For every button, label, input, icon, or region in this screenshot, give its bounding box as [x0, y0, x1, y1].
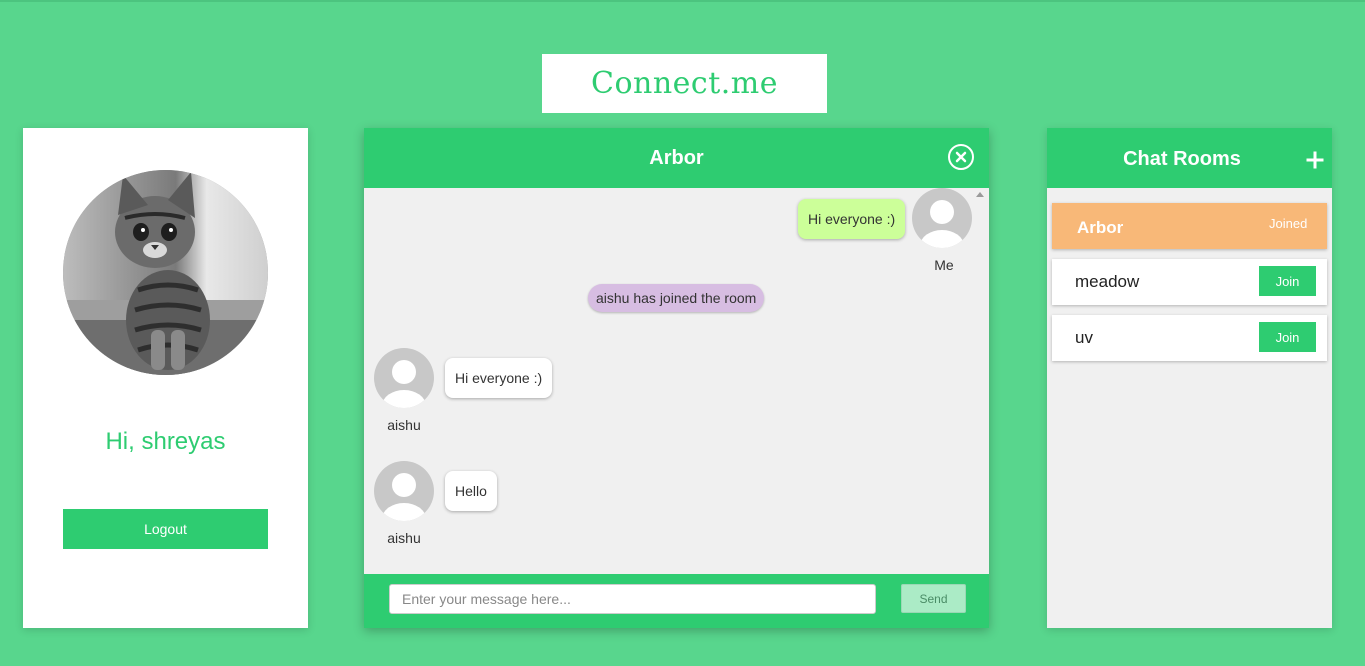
greeting-text: Hi, shreyas	[105, 428, 226, 455]
chat-rooms-panel: Chat Rooms Arbor Joined meadow Join uv J…	[1047, 128, 1332, 628]
chat-header: Arbor	[364, 128, 989, 188]
close-icon	[955, 151, 967, 163]
rooms-header: Chat Rooms	[1047, 128, 1332, 188]
sender-name-me: Me	[934, 257, 954, 273]
avatar-aishu	[374, 348, 434, 408]
scroll-up-arrow-icon[interactable]	[976, 192, 984, 197]
room-item-uv: uv Join	[1052, 315, 1327, 361]
logout-button[interactable]: Logout	[63, 509, 268, 549]
room-name: meadow	[1075, 272, 1140, 291]
plus-icon	[1306, 151, 1324, 169]
top-border	[0, 0, 1365, 2]
chat-room-title: Arbor	[649, 146, 704, 169]
avatar-me	[912, 188, 972, 248]
app-logo: Connect.me	[590, 66, 778, 101]
message-bubble-incoming: Hello	[445, 471, 497, 511]
profile-avatar	[63, 170, 268, 375]
system-message: aishu has joined the room	[588, 284, 765, 312]
user-placeholder-icon	[382, 360, 426, 408]
chat-footer: Send	[364, 574, 989, 628]
room-name: uv	[1075, 328, 1093, 347]
message-bubble-outgoing: Hi everyone :)	[798, 199, 906, 239]
join-button-uv[interactable]: Join	[1259, 322, 1316, 352]
add-room-button[interactable]	[1305, 150, 1325, 170]
message-input[interactable]	[389, 584, 876, 614]
room-name: Arbor	[1077, 218, 1124, 237]
kitten-photo-icon	[63, 170, 268, 375]
join-button-meadow[interactable]: Join	[1259, 266, 1316, 296]
profile-card: Hi, shreyas Logout	[23, 128, 308, 628]
message-bubble-incoming: Hi everyone :)	[445, 358, 553, 398]
sender-name-aishu: aishu	[387, 417, 421, 433]
room-item-meadow: meadow Join	[1052, 259, 1327, 305]
user-placeholder-icon	[382, 473, 426, 521]
room-item-arbor[interactable]: Arbor Joined	[1052, 203, 1327, 249]
sender-name-aishu: aishu	[387, 530, 421, 546]
user-placeholder-icon	[920, 200, 964, 248]
logo-banner: Connect.me	[542, 54, 827, 113]
chat-window: Arbor Hi everyone :) Me aishu has joined…	[364, 128, 989, 628]
send-button[interactable]: Send	[901, 584, 966, 613]
joined-badge: Joined	[1269, 216, 1308, 231]
close-chat-button[interactable]	[948, 144, 974, 170]
message-list[interactable]: Hi everyone :) Me aishu has joined the r…	[364, 188, 989, 574]
rooms-title: Chat Rooms	[1123, 148, 1241, 170]
avatar-aishu	[374, 461, 434, 521]
